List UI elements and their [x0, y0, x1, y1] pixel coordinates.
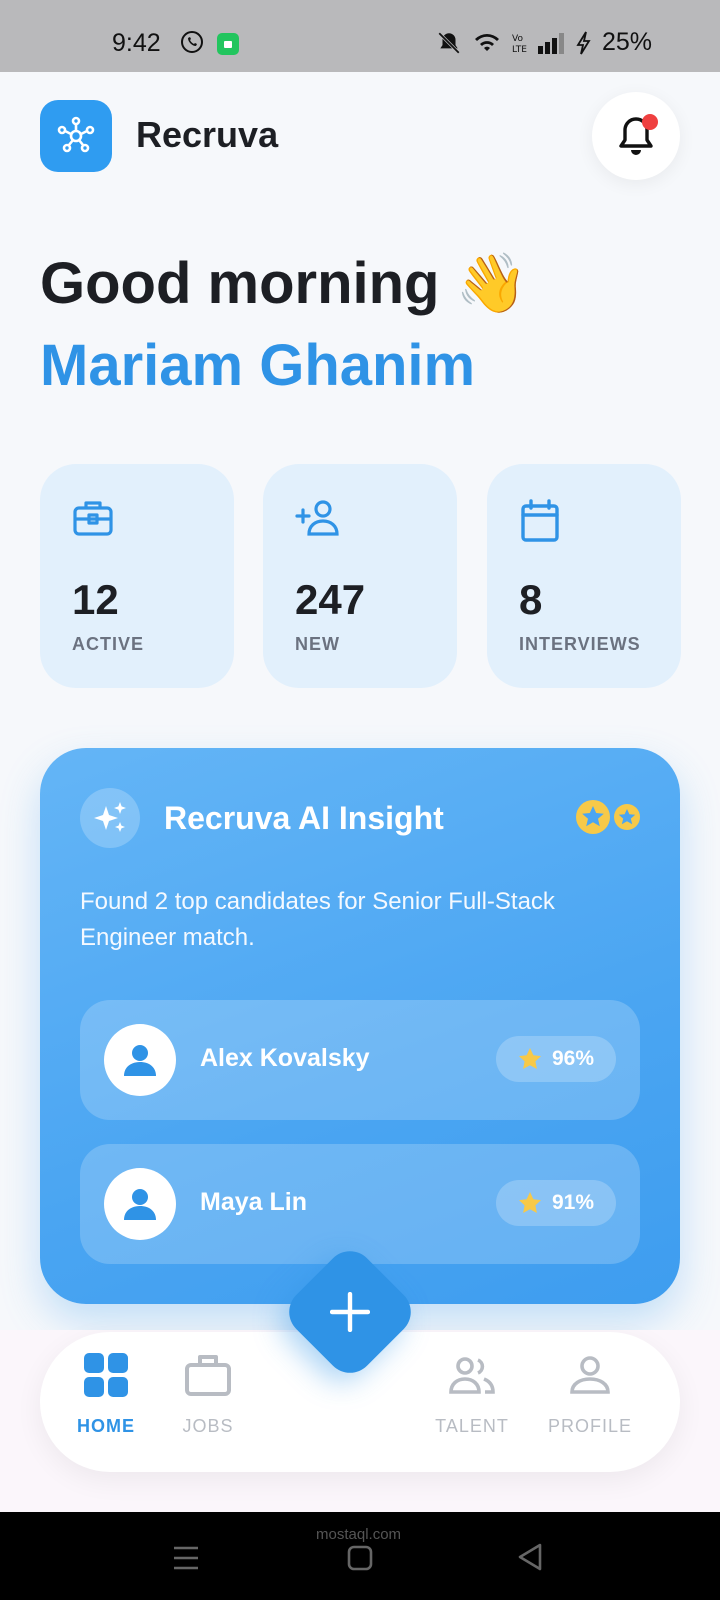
nav-label: PROFILE: [547, 1416, 633, 1436]
notification-dot: [642, 114, 658, 130]
person-icon: [124, 1045, 156, 1076]
grid-icon: [84, 1348, 128, 1402]
calendar-icon: [519, 498, 561, 549]
stat-card-interviews[interactable]: 8 INTERVIEWS: [487, 464, 681, 688]
recent-apps-button[interactable]: [172, 1544, 200, 1577]
nav-talent[interactable]: TALENT: [432, 1332, 512, 1472]
nav-label: TALENT: [435, 1416, 509, 1436]
whatsapp-icon: [180, 30, 204, 59]
home-button[interactable]: [346, 1544, 374, 1577]
nav-label: JOBS: [182, 1416, 234, 1436]
svg-text:LTE: LTE: [512, 45, 527, 54]
back-button[interactable]: [516, 1542, 544, 1577]
app-notification-icon: [216, 32, 240, 61]
candidate-name: Maya Lin: [200, 1188, 307, 1216]
svg-text:Vo: Vo: [512, 34, 523, 44]
mute-icon: [438, 31, 460, 54]
charging-icon: [576, 31, 591, 54]
sparkle-icon: [80, 788, 140, 848]
stat-card-new[interactable]: 247 NEW: [263, 464, 457, 688]
app-logo: [40, 100, 112, 172]
signal-icon: [537, 32, 564, 54]
wifi-icon: [474, 33, 499, 51]
stat-card-active[interactable]: 12 ACTIVE: [40, 464, 234, 688]
stat-label: INTERVIEWS: [519, 634, 641, 654]
nav-home[interactable]: HOME: [70, 1332, 142, 1472]
network-icon: [57, 116, 95, 153]
wave-emoji: 👋: [455, 251, 528, 316]
ai-insight-text: Found 2 top candidates for Senior Full-S…: [80, 888, 555, 951]
candidate-name: Alex Kovalsky: [200, 1044, 370, 1072]
person-icon: [569, 1348, 611, 1402]
avatar: [104, 1168, 176, 1240]
battery-percent: 25%: [601, 28, 652, 56]
person-icon: [124, 1189, 156, 1220]
greeting-text: Good morning: [40, 251, 440, 316]
candidate-card[interactable]: Maya Lin 91%: [80, 1144, 640, 1264]
notifications-button[interactable]: [592, 92, 680, 180]
briefcase-icon: [184, 1348, 232, 1402]
watermark: mostaql.com: [316, 1526, 402, 1543]
volte-icon: VoLTE: [512, 34, 527, 54]
briefcase-icon: [72, 498, 114, 543]
ai-badges: [576, 800, 640, 834]
match-score-badge: 91%: [496, 1180, 616, 1226]
status-time: 9:42: [112, 29, 161, 57]
user-name: Mariam Ghanim: [40, 333, 476, 398]
star-badge-icon: [576, 800, 610, 834]
stat-value: 8: [519, 576, 543, 623]
avatar: [104, 1024, 176, 1096]
stat-label: NEW: [295, 634, 340, 654]
ai-insight-card[interactable]: Recruva AI Insight Found 2 top candidate…: [40, 748, 680, 1304]
status-bar: 9:42 Vo LTE 25%: [0, 0, 720, 72]
add-person-icon: [295, 498, 341, 543]
candidate-card[interactable]: Alex Kovalsky 96%: [80, 1000, 640, 1120]
stat-value: 247: [295, 576, 366, 623]
match-score: 96%: [551, 1047, 595, 1070]
app-name: Recruva: [136, 114, 279, 155]
nav-profile[interactable]: PROFILE: [546, 1332, 634, 1472]
greeting: Good morning 👋: [40, 250, 528, 318]
nav-label: HOME: [77, 1416, 135, 1436]
status-icons: Vo LTE 25%: [436, 28, 652, 57]
match-score-badge: 96%: [496, 1036, 616, 1082]
nav-jobs[interactable]: JOBS: [172, 1332, 244, 1472]
plus-icon[interactable]: [300, 1262, 400, 1362]
group-icon: [448, 1348, 496, 1402]
stat-value: 12: [72, 576, 119, 623]
star-badge-small-icon: [614, 804, 640, 830]
star-icon: [518, 1048, 541, 1069]
star-icon: [518, 1192, 541, 1213]
ai-insight-title: Recruva AI Insight: [164, 800, 444, 836]
match-score: 91%: [551, 1191, 595, 1214]
stat-label: ACTIVE: [72, 634, 145, 654]
